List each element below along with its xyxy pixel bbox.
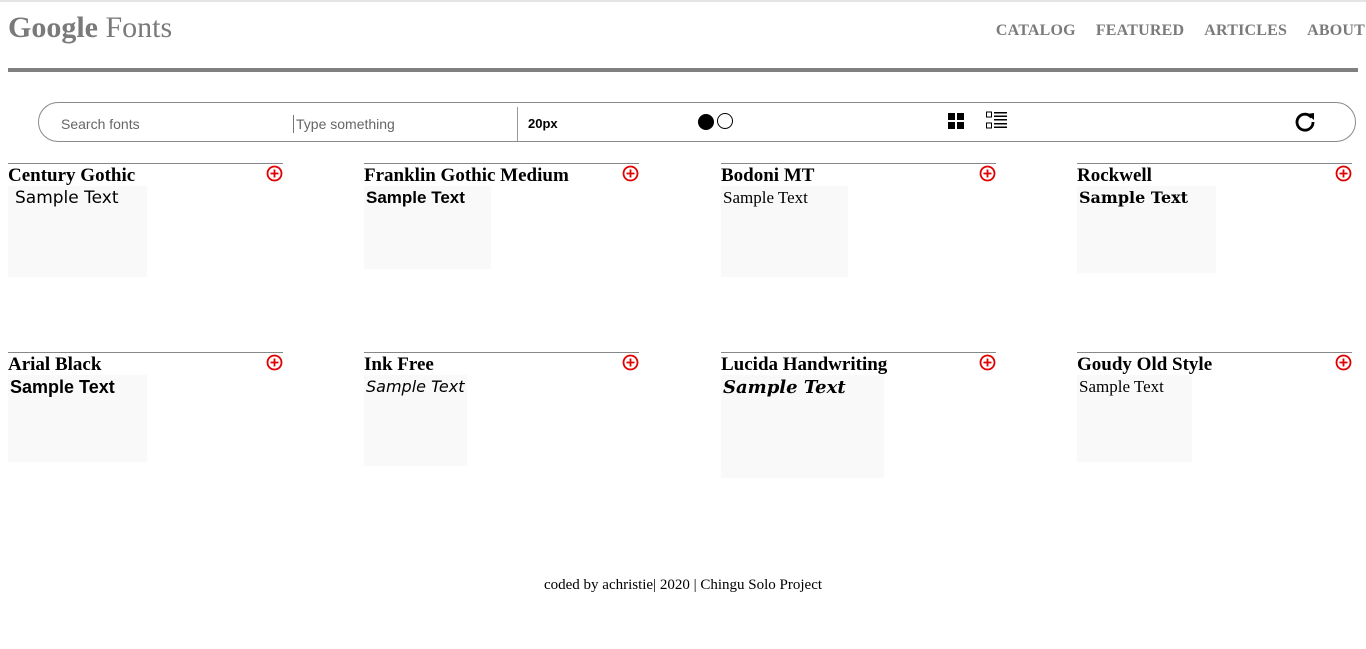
site-logo[interactable]: Google Fonts: [8, 10, 172, 46]
font-sample: Sample Text: [8, 375, 147, 462]
logo-fonts: Fonts: [105, 11, 173, 44]
font-name: Ink Free: [364, 354, 434, 375]
font-card: Franklin Gothic Medium Sample Text: [364, 163, 639, 269]
font-sample: Sample Text: [721, 186, 848, 277]
reset-icon[interactable]: [1294, 111, 1316, 133]
footer-credit: coded by achristie| 2020 | Chingu Solo P…: [543, 577, 823, 593]
add-font-icon[interactable]: [1335, 165, 1352, 182]
nav-catalog[interactable]: CATALOG: [996, 22, 1076, 40]
font-sample: Sample Text: [1077, 375, 1192, 462]
font-card: Rockwell Sample Text: [1077, 163, 1352, 273]
font-name: Rockwell: [1077, 165, 1152, 186]
font-name: Century Gothic: [8, 165, 136, 186]
toolbar-divider: [517, 107, 518, 141]
preview-text-input[interactable]: [293, 115, 518, 133]
add-font-icon[interactable]: [979, 165, 996, 182]
font-sample: Sample Text: [8, 186, 147, 277]
main-nav: CATALOG FEATURED ARTICLES ABOUT: [996, 22, 1365, 40]
list-view-icon[interactable]: [986, 111, 1008, 131]
font-sample: Sample Text: [721, 375, 884, 478]
font-card: Century Gothic Sample Text: [8, 163, 283, 277]
header-divider: [8, 68, 1358, 72]
add-font-icon[interactable]: [1335, 354, 1352, 371]
font-name: Bodoni MT: [721, 165, 815, 186]
font-size-select[interactable]: 20px: [528, 116, 558, 131]
search-input[interactable]: [61, 115, 281, 133]
nav-articles[interactable]: ARTICLES: [1204, 22, 1287, 40]
font-name: Goudy Old Style: [1077, 354, 1213, 375]
font-name: Arial Black: [8, 354, 102, 375]
font-card: Lucida Handwriting Sample Text: [721, 352, 996, 478]
nav-about[interactable]: ABOUT: [1307, 22, 1365, 40]
font-sample: Sample Text: [1077, 186, 1216, 273]
add-font-icon[interactable]: [622, 165, 639, 182]
nav-featured[interactable]: FEATURED: [1096, 22, 1184, 40]
add-font-icon[interactable]: [266, 165, 283, 182]
font-sample: Sample Text: [364, 186, 491, 269]
font-sample: Sample Text: [364, 375, 467, 466]
logo-google: Google: [8, 11, 98, 44]
font-name: Franklin Gothic Medium: [364, 165, 569, 186]
font-card: Arial Black Sample Text: [8, 352, 283, 462]
add-font-icon[interactable]: [979, 354, 996, 371]
light-theme-toggle[interactable]: [717, 113, 733, 129]
font-card: Bodoni MT Sample Text: [721, 163, 996, 277]
font-name: Lucida Handwriting: [721, 354, 888, 375]
dark-theme-toggle[interactable]: [698, 114, 714, 130]
add-font-icon[interactable]: [622, 354, 639, 371]
top-border: [0, 0, 1366, 2]
font-toolbar: 20px: [38, 102, 1356, 142]
add-font-icon[interactable]: [266, 354, 283, 371]
font-card: Ink Free Sample Text: [364, 352, 639, 466]
font-card: Goudy Old Style Sample Text: [1077, 352, 1352, 462]
grid-view-icon[interactable]: [948, 113, 964, 129]
